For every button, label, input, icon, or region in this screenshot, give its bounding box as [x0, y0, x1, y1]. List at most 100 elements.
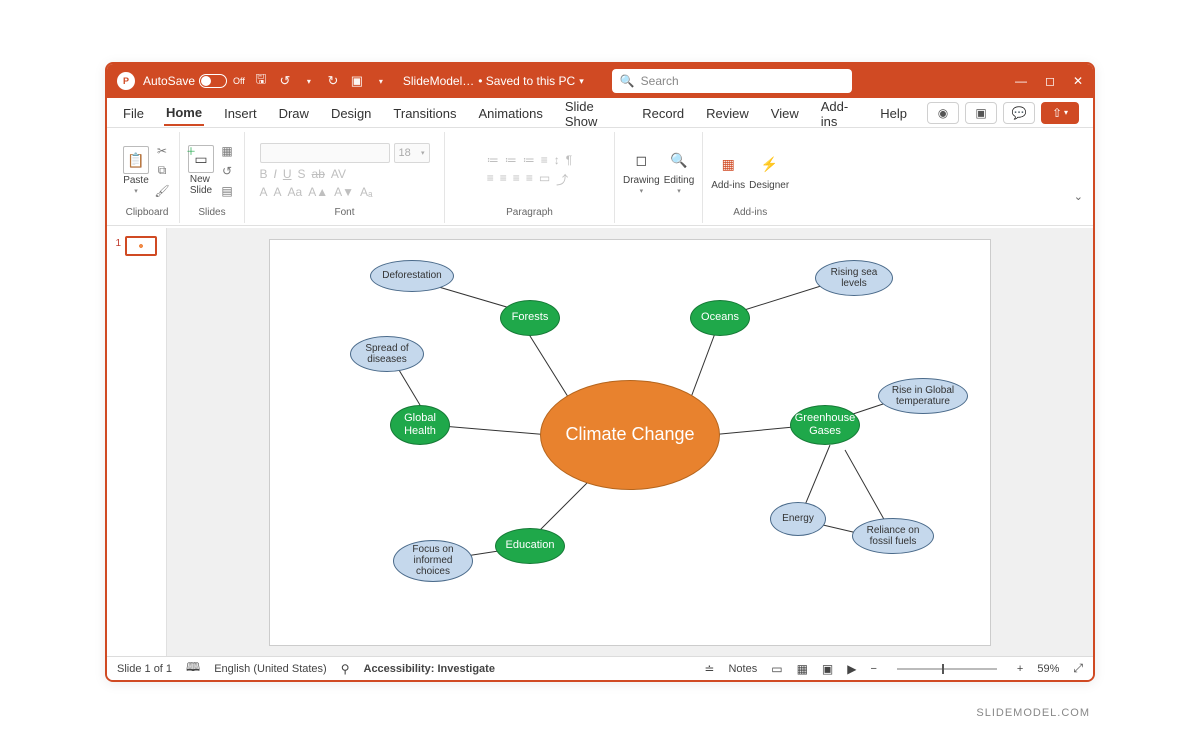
align-center-button[interactable]: ≡	[500, 171, 507, 188]
align-left-button[interactable]: ≡	[487, 171, 494, 188]
clear-format-button[interactable]: Aₐ	[360, 185, 372, 199]
node-oceans[interactable]: Oceans	[690, 300, 750, 336]
tab-review[interactable]: Review	[704, 100, 751, 125]
node-energy[interactable]: Energy	[770, 502, 826, 536]
node-education[interactable]: Education	[495, 528, 565, 564]
justify-button[interactable]: ≡	[526, 171, 533, 188]
slide-count[interactable]: Slide 1 of 1	[117, 663, 172, 675]
reset-icon[interactable]: ↺	[218, 163, 236, 179]
node-forests[interactable]: Forests	[500, 300, 560, 336]
bold-button[interactable]: B	[260, 167, 268, 181]
node-center[interactable]: Climate Change	[540, 380, 720, 490]
text-direction-button[interactable]: ¶	[566, 153, 572, 167]
undo-more-icon[interactable]: ▾	[301, 73, 317, 89]
tab-view[interactable]: View	[769, 100, 801, 125]
redo-icon[interactable]: ↻	[325, 73, 341, 89]
paste-button[interactable]: 📋 Paste ▾	[123, 146, 149, 195]
bullets-button[interactable]: ≔	[487, 153, 499, 167]
spacing-button[interactable]: AV	[331, 167, 346, 181]
tab-help[interactable]: Help	[878, 100, 909, 125]
copy-icon[interactable]: ⧉	[153, 163, 171, 179]
node-greenhouse[interactable]: Greenhouse Gases	[790, 405, 860, 445]
restore-button[interactable]: ◻	[1045, 74, 1055, 88]
comments-button[interactable]: 💬	[1003, 102, 1035, 124]
group-font: 18▾ B I U S ab AV A A	[245, 132, 445, 223]
font-color-button[interactable]: A	[260, 185, 268, 199]
new-slide-button[interactable]: ▭＋ New Slide	[188, 145, 214, 196]
tab-draw[interactable]: Draw	[277, 100, 311, 125]
qat-more-icon[interactable]: ▾	[373, 73, 389, 89]
italic-button[interactable]: I	[274, 167, 277, 181]
layout-icon[interactable]: ▦	[218, 143, 236, 159]
zoom-slider[interactable]	[897, 668, 997, 670]
list-level-button[interactable]: ≔	[523, 153, 535, 167]
node-global-health[interactable]: Global Health	[390, 405, 450, 445]
shadow-button[interactable]: S	[298, 167, 306, 181]
node-fossil-fuels[interactable]: Reliance on fossil fuels	[852, 518, 934, 554]
tab-insert[interactable]: Insert	[222, 100, 259, 125]
tab-home[interactable]: Home	[164, 99, 204, 126]
present-coach-button[interactable]: ▣	[965, 102, 997, 124]
smartart-button[interactable]: ⤴	[556, 171, 568, 188]
node-focus-choices[interactable]: Focus on informed choices	[393, 540, 473, 582]
tab-addins[interactable]: Add-ins	[819, 93, 861, 133]
tab-design[interactable]: Design	[329, 100, 373, 125]
section-icon[interactable]: ▤	[218, 183, 236, 199]
tab-transitions[interactable]: Transitions	[391, 100, 458, 125]
autosave-toggle[interactable]: AutoSave Off	[143, 74, 245, 88]
font-family-input[interactable]	[260, 143, 390, 163]
columns-button[interactable]: ▭	[539, 171, 550, 188]
shrink-font-button[interactable]: A▼	[334, 185, 354, 199]
undo-icon[interactable]: ↺	[277, 73, 293, 89]
align-right-button[interactable]: ≡	[513, 171, 520, 188]
search-input[interactable]: 🔍 Search	[612, 69, 852, 93]
node-rising-sea[interactable]: Rising sea levels	[815, 260, 893, 296]
present-icon[interactable]: ▣	[349, 73, 365, 89]
underline-button[interactable]: U	[283, 167, 292, 181]
addins-button[interactable]: ▦ Add-ins	[711, 151, 745, 191]
line-spacing-button[interactable]: ↕	[554, 153, 560, 167]
editing-button[interactable]: 🔍 Editing ▾	[664, 146, 695, 195]
switch-icon[interactable]	[199, 74, 227, 88]
grow-font-button[interactable]: A▲	[308, 185, 328, 199]
normal-view-button[interactable]: ▭	[771, 662, 782, 676]
share-button[interactable]: ⇧▾	[1041, 102, 1079, 124]
group-slides: ▭＋ New Slide ▦ ↺ ▤ Slides	[180, 132, 245, 223]
tab-slideshow[interactable]: Slide Show	[563, 93, 622, 133]
slide-thumb-1[interactable]: 1	[111, 236, 162, 256]
close-button[interactable]: ✕	[1073, 74, 1083, 88]
highlight-button[interactable]: A	[274, 185, 282, 199]
zoom-level[interactable]: 59%	[1037, 663, 1059, 675]
decrease-indent-button[interactable]: ≡	[541, 153, 548, 167]
tab-animations[interactable]: Animations	[477, 100, 545, 125]
notes-button[interactable]: Notes	[728, 663, 757, 675]
slide-canvas[interactable]: Climate Change Forests Oceans Global Hea…	[270, 240, 990, 645]
document-title[interactable]: SlideModel… • Saved to this PC ▾	[403, 74, 584, 88]
strike-button[interactable]: ab	[312, 167, 325, 181]
tab-file[interactable]: File	[121, 100, 146, 125]
collapse-ribbon-button[interactable]: ⌄	[1074, 190, 1083, 203]
slideshow-view-button[interactable]: ▶	[847, 662, 856, 676]
accessibility-button[interactable]: Accessibility: Investigate	[364, 663, 495, 675]
zoom-out-button[interactable]: −	[870, 663, 876, 675]
change-case-button[interactable]: Aa	[288, 185, 303, 199]
sorter-view-button[interactable]: ▦	[797, 662, 808, 676]
format-painter-icon[interactable]: 🖌	[153, 183, 171, 199]
numbering-button[interactable]: ≔	[505, 153, 517, 167]
save-icon[interactable]: 🖫	[253, 73, 269, 89]
font-size-input[interactable]: 18▾	[394, 143, 430, 163]
reading-view-button[interactable]: ▣	[822, 662, 833, 676]
cut-icon[interactable]: ✂	[153, 143, 171, 159]
language-button[interactable]: English (United States)	[214, 663, 327, 675]
designer-button[interactable]: ⚡ Designer	[749, 151, 789, 191]
camera-record-button[interactable]: ◉	[927, 102, 959, 124]
zoom-in-button[interactable]: +	[1017, 663, 1023, 675]
node-spread-diseases[interactable]: Spread of diseases	[350, 336, 424, 372]
drawing-button[interactable]: ◻ Drawing ▾	[623, 146, 660, 195]
minimize-button[interactable]: —	[1015, 74, 1027, 88]
slide-editor[interactable]: Climate Change Forests Oceans Global Hea…	[167, 228, 1093, 656]
tab-record[interactable]: Record	[640, 100, 686, 125]
fit-window-button[interactable]: ⤢	[1073, 661, 1083, 676]
node-deforestation[interactable]: Deforestation	[370, 260, 454, 292]
node-rise-temp[interactable]: Rise in Global temperature	[878, 378, 968, 414]
